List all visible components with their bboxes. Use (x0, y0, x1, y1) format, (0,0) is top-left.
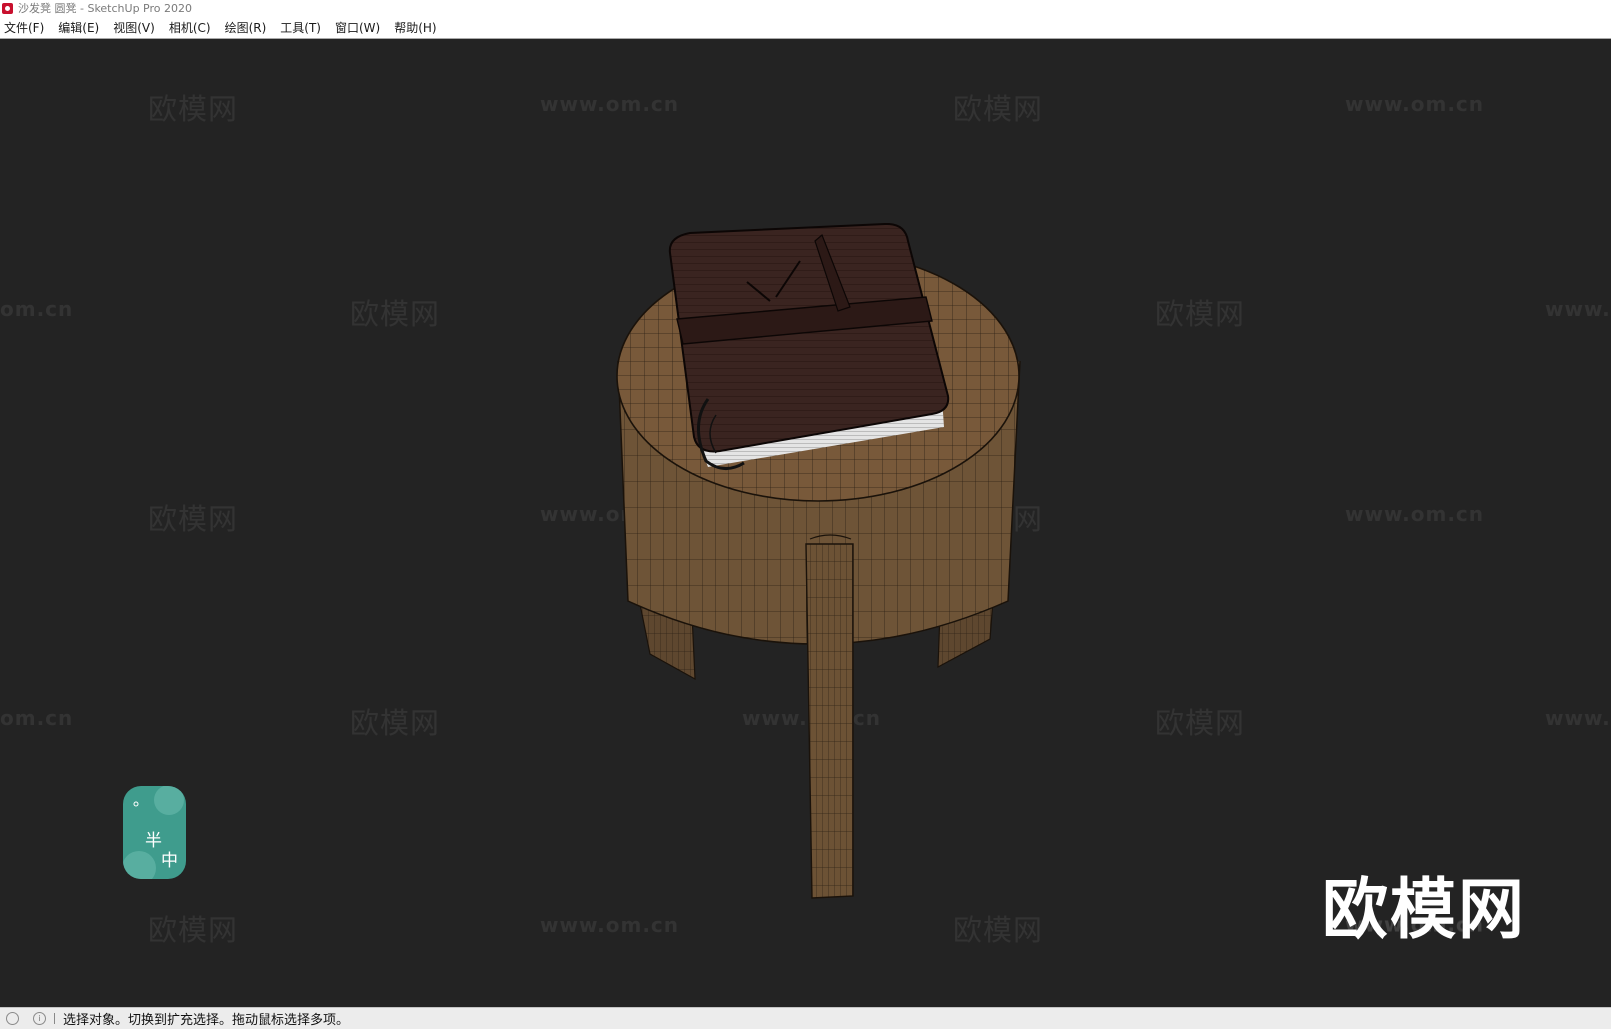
menu-file[interactable]: 文件(F) (0, 19, 51, 36)
badge-text-top: 半 (145, 831, 162, 851)
status-bar: i 选择对象。切换到扩充选择。拖动鼠标选择多项。 (0, 1007, 1611, 1029)
model-viewport[interactable]: 欧模网 www.om.cn 欧模网 www.om.cn om.cn 欧模网 ww… (0, 39, 1611, 1007)
menu-draw[interactable]: 绘图(R) (221, 19, 274, 36)
menu-tools[interactable]: 工具(T) (276, 19, 328, 36)
sketchup-app-icon (2, 2, 13, 14)
badge-text-bottom: 中 (161, 851, 178, 871)
menu-window[interactable]: 窗口(W) (331, 19, 387, 36)
status-message: 选择对象。切换到扩充选择。拖动鼠标选择多项。 (63, 1013, 350, 1028)
menu-bar: 文件(F) 编辑(E) 视图(V) 相机(C) 绘图(R) 工具(T) 窗口(W… (0, 16, 1611, 39)
watermark-url: www.om.cn (1345, 912, 1485, 936)
brand-badge: 半 中 (123, 786, 186, 879)
info-icon[interactable]: i (33, 1012, 46, 1025)
title-bar: 沙发凳 圆凳 - SketchUp Pro 2020 (0, 0, 1611, 16)
menu-help[interactable]: 帮助(H) (390, 19, 443, 36)
leather-book (668, 222, 950, 470)
menu-edit[interactable]: 编辑(E) (54, 19, 106, 36)
window-title: 沙发凳 圆凳 - SketchUp Pro 2020 (18, 2, 192, 15)
menu-view[interactable]: 视图(V) (109, 19, 162, 36)
watermark-logo-large: 欧模网 (1322, 871, 1526, 948)
geolocation-icon[interactable] (6, 1012, 19, 1025)
stool-leg-front (805, 534, 854, 899)
menu-camera[interactable]: 相机(C) (165, 19, 218, 36)
status-divider (54, 1013, 55, 1024)
